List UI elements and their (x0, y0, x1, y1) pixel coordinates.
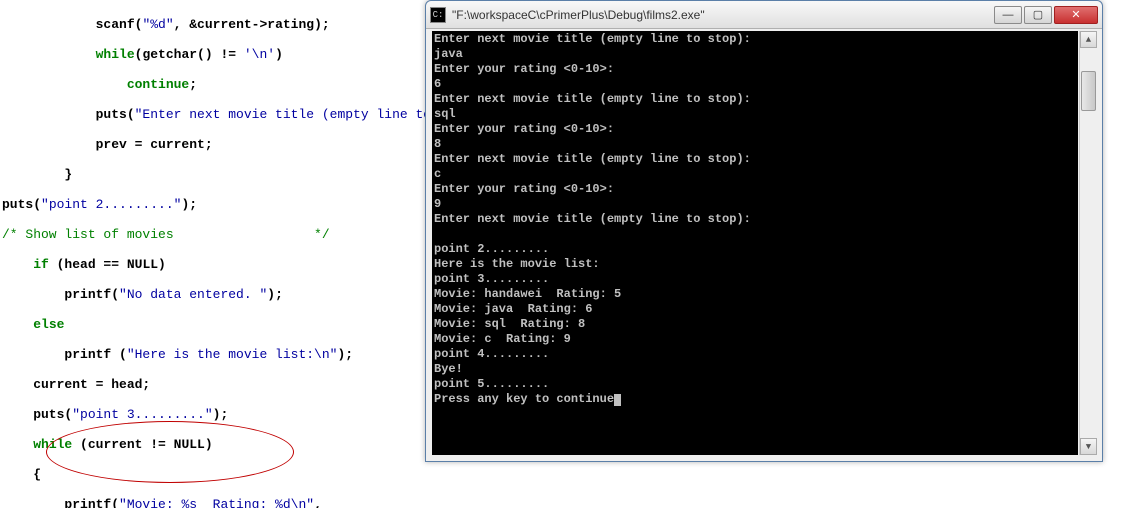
console-line: 8 (434, 137, 441, 151)
console-line: point 4......... (434, 347, 549, 361)
console-line: Movie: handawei Rating: 5 (434, 287, 621, 301)
close-button[interactable]: ✕ (1054, 6, 1098, 24)
console-line: Enter next movie title (empty line to st… (434, 92, 751, 106)
titlebar[interactable]: C: "F:\workspaceC\cPrimerPlus\Debug\film… (426, 1, 1102, 29)
cursor-icon (614, 394, 621, 406)
console-line: Enter your rating <0-10>: (434, 182, 614, 196)
console-line: Press any key to continue (434, 392, 614, 406)
console-line: c (434, 167, 441, 181)
console-line: Enter next movie title (empty line to st… (434, 32, 751, 46)
console-line: Here is the movie list: (434, 257, 600, 271)
console-line: Enter next movie title (empty line to st… (434, 212, 751, 226)
window-title: "F:\workspaceC\cPrimerPlus\Debug\films2.… (452, 8, 994, 22)
scroll-thumb[interactable] (1081, 71, 1096, 111)
code-editor-pane[interactable]: scanf("%d", &current->rating); while(get… (0, 0, 425, 508)
console-line: point 2......... (434, 242, 549, 256)
console-line: Enter your rating <0-10>: (434, 122, 614, 136)
vertical-scrollbar[interactable]: ▲ ▼ (1079, 31, 1096, 455)
console-output[interactable]: Enter next movie title (empty line to st… (432, 31, 1078, 455)
app-icon: C: (430, 7, 446, 23)
console-line: sql (434, 107, 456, 121)
console-line: Movie: java Rating: 6 (434, 302, 592, 316)
scroll-up-button[interactable]: ▲ (1080, 31, 1097, 48)
minimize-button[interactable]: — (994, 6, 1022, 24)
console-line: Movie: sql Rating: 8 (434, 317, 585, 331)
console-window[interactable]: C: "F:\workspaceC\cPrimerPlus\Debug\film… (425, 0, 1103, 462)
console-line: point 3......... (434, 272, 549, 286)
console-line: Enter next movie title (empty line to st… (434, 152, 751, 166)
console-line: 9 (434, 197, 441, 211)
console-line: point 5......... (434, 377, 549, 391)
console-line: java (434, 47, 463, 61)
console-line: 6 (434, 77, 441, 91)
close-icon: ✕ (1071, 8, 1080, 21)
console-line: Movie: c Rating: 9 (434, 332, 571, 346)
maximize-button[interactable]: ▢ (1024, 6, 1052, 24)
scroll-down-button[interactable]: ▼ (1080, 438, 1097, 455)
maximize-icon: ▢ (1033, 8, 1043, 21)
console-line: Bye! (434, 362, 463, 376)
console-line: Enter your rating <0-10>: (434, 62, 614, 76)
minimize-icon: — (1003, 9, 1014, 21)
